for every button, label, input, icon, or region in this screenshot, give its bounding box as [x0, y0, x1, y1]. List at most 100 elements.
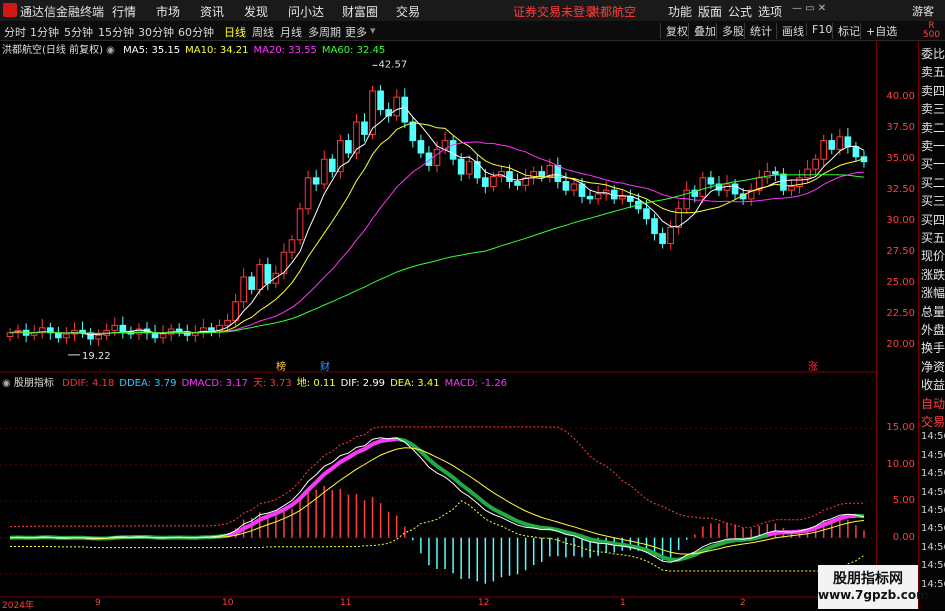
candle-body-53 — [434, 149, 440, 165]
btn-huaxian[interactable]: 画线 — [776, 23, 804, 39]
candle-body-59 — [483, 178, 489, 187]
kline-chart[interactable]: 42.5719.22榜财涨 — [0, 40, 876, 600]
app-title: 通达信金融终端 — [20, 3, 104, 20]
ddif-rise-seg-47 — [381, 440, 389, 441]
period-5min[interactable]: 5分钟 — [64, 24, 93, 40]
time-tick-5: 1 — [620, 598, 626, 608]
btn-duogu[interactable]: 多股 — [716, 23, 744, 39]
menu-shichang[interactable]: 市场 — [156, 3, 180, 20]
candle-body-60 — [491, 177, 497, 187]
ddif-rise-seg-43 — [348, 452, 356, 457]
window-controls[interactable]: — ▭ ✕ — [792, 3, 826, 14]
indicator-tick-2: 5.00 — [893, 495, 915, 506]
menu-xuanxiang[interactable]: 选项 — [758, 3, 782, 20]
price-tick-0: 40.00 — [886, 91, 915, 102]
ddif-rise-seg-40 — [324, 468, 332, 474]
candle-body-70 — [571, 184, 577, 190]
high-price-label: 42.57 — [379, 59, 408, 70]
menu-hangqing[interactable]: 行情 — [112, 3, 136, 20]
ddif-rise-seg-104 — [840, 516, 848, 518]
price-tick-3: 32.50 — [886, 184, 915, 195]
period-week[interactable]: 周线 — [252, 24, 274, 40]
menu-jiaoyi[interactable]: 交易 — [396, 3, 420, 20]
time-tick-0: 2024年 — [2, 598, 34, 611]
period-15min[interactable]: 15分钟 — [98, 24, 134, 40]
candle-body-27 — [225, 320, 231, 325]
candle-body-29 — [241, 277, 247, 302]
price-axis: 40.0037.5035.0032.5030.0027.5025.0022.50… — [876, 40, 919, 600]
quote-label-3: 卖三 — [921, 100, 945, 117]
period-30min[interactable]: 30分钟 — [138, 24, 174, 40]
period-60min[interactable]: 60分钟 — [178, 24, 214, 40]
quote-label-26: 14:56 — [921, 523, 945, 534]
quote-panel: 委比卖五卖四卖三卖二卖一买一买二买三买四买五现价涨跌涨幅总量外盘换手净资收益自动… — [918, 41, 945, 609]
candle-body-42 — [346, 141, 352, 153]
quote-label-8: 买三 — [921, 192, 945, 209]
quote-label-19: 自动 — [921, 395, 945, 412]
menu-zixun[interactable]: 资讯 — [200, 3, 224, 20]
indicator-tick-1: 10.00 — [886, 459, 915, 470]
candle-body-76 — [619, 196, 625, 198]
menu-faxian[interactable]: 发现 — [244, 3, 268, 20]
candle-body-33 — [273, 273, 279, 283]
ddif-rise-seg-44 — [356, 449, 364, 452]
candle-body-90 — [732, 184, 738, 194]
period-more-chevron-icon[interactable]: ▾ — [370, 24, 376, 37]
ma5-line — [10, 107, 864, 335]
candle-body-73 — [595, 194, 601, 199]
candle-body-81 — [660, 234, 666, 244]
candle-body-66 — [539, 172, 545, 177]
quote-label-18: 收益 — [921, 376, 945, 393]
btn-f10[interactable]: F10 — [806, 23, 832, 36]
ddif-rise-seg-38 — [308, 482, 316, 490]
guest-label[interactable]: 游客 — [912, 3, 934, 19]
period-fenshi[interactable]: 分时 — [4, 24, 26, 40]
site-watermark: 股朋指标网 www.7gpzb.com — [818, 565, 918, 609]
quote-label-21: 14:56 — [921, 431, 945, 442]
quote-label-13: 涨幅 — [921, 284, 945, 301]
menu-banmian[interactable]: 版面 — [698, 3, 722, 20]
candle-body-72 — [587, 196, 593, 198]
ddif-rise-seg-96 — [775, 532, 783, 533]
quote-label-14: 总量 — [921, 303, 945, 320]
quote-label-10: 买五 — [921, 229, 945, 246]
candle-body-7 — [64, 334, 70, 338]
menu-gongshi[interactable]: 公式 — [728, 3, 752, 20]
quote-label-9: 买四 — [921, 211, 945, 228]
ddif-rise-seg-41 — [332, 462, 340, 468]
btn-tongji[interactable]: 统计 — [744, 23, 772, 39]
btn-diejia[interactable]: 叠加 — [688, 23, 716, 39]
period-1min[interactable]: 1分钟 — [30, 24, 59, 40]
candle-body-95 — [773, 172, 779, 174]
period-multi[interactable]: 多周期 — [308, 24, 341, 40]
candle-body-39 — [321, 159, 327, 184]
menu-caifuquan[interactable]: 财富圈 — [342, 3, 378, 20]
menu-wenxiaoda[interactable]: 问小达 — [288, 3, 324, 20]
candle-body-38 — [313, 178, 319, 184]
price-tick-2: 35.00 — [886, 153, 915, 164]
ddif-rise-seg-103 — [832, 518, 840, 521]
ddif-rise-seg-95 — [767, 533, 775, 535]
candle-body-46 — [378, 91, 384, 110]
menu-gongneng[interactable]: 功能 — [668, 3, 692, 20]
ddif-rise-seg-32 — [260, 516, 268, 519]
candle-body-30 — [249, 277, 255, 289]
btn-zixuan[interactable]: +自选 — [860, 23, 897, 39]
watermark-title: 股朋指标网 — [818, 568, 918, 588]
quote-label-2: 卖四 — [921, 82, 945, 99]
btn-fuquan[interactable]: 复权 — [660, 23, 688, 39]
quote-label-5: 卖一 — [921, 137, 945, 154]
login-notice[interactable]: 证券交易未登录 — [513, 3, 597, 20]
period-more[interactable]: 更多 — [345, 24, 367, 40]
ddif-rise-seg-30 — [244, 525, 252, 529]
ma60-line — [10, 175, 864, 334]
price-tick-8: 20.00 — [886, 339, 915, 350]
btn-biaoji[interactable]: 标记 — [832, 23, 860, 39]
candle-body-105 — [853, 147, 859, 157]
r-badge-number: 500 — [923, 30, 940, 40]
period-month[interactable]: 月线 — [280, 24, 302, 40]
candle-body-55 — [450, 141, 456, 160]
candle-body-40 — [329, 159, 335, 171]
current-stock-name: 洪都航空 — [588, 3, 636, 20]
period-day[interactable]: 日线 — [224, 24, 246, 40]
